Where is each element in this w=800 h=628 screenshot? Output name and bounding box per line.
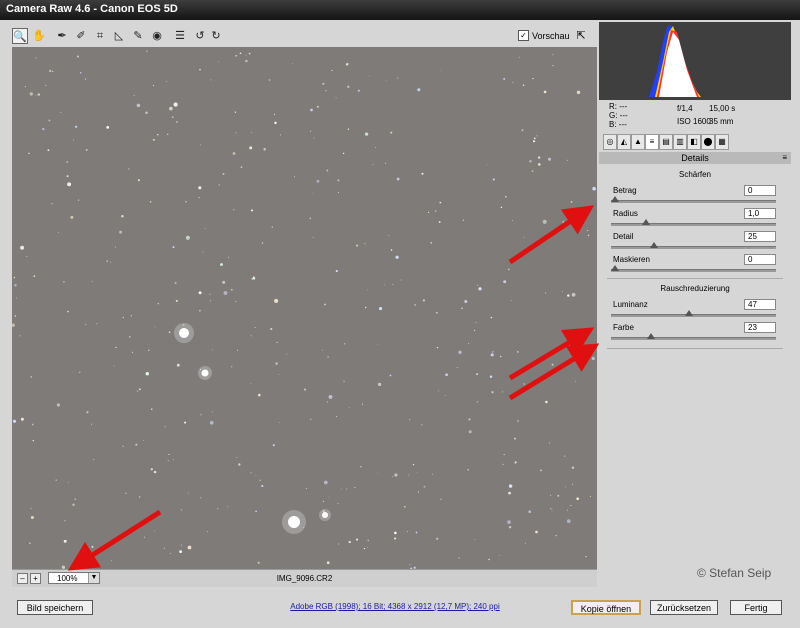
sharpen-label-1: Betrag — [613, 186, 637, 195]
crop-icon: ⌗ — [96, 30, 104, 42]
panel-tab-3[interactable]: ▲ — [631, 134, 645, 150]
rotate-right-tool-button[interactable]: ↻ — [208, 28, 224, 44]
sharpen-value-4[interactable]: 0 — [744, 254, 776, 265]
section-divider — [607, 278, 783, 279]
panel-tab-6[interactable]: ▥ — [673, 134, 687, 150]
sharpen-slider-thumb-1[interactable] — [611, 196, 619, 202]
panel-tab-5[interactable]: ▤ — [659, 134, 673, 150]
r-readout: R: --- — [609, 102, 628, 111]
window-title: Camera Raw 4.6 - Canon EOS 5D — [6, 3, 178, 15]
fullscreen-icon: ⇱ — [576, 30, 586, 42]
shutter-speed: 15,00 s — [709, 104, 736, 113]
sharpen-slider-thumb-2[interactable] — [642, 219, 651, 225]
preferences-icon: ☰ — [175, 30, 185, 42]
workflow-options-link[interactable]: Adobe RGB (1998); 16 Bit; 4368 x 2912 (1… — [230, 602, 560, 611]
preferences-tool-button[interactable]: ☰ — [172, 28, 188, 44]
details-header: Details ≡ — [599, 152, 791, 164]
noise-value-2[interactable]: 23 — [744, 322, 776, 333]
g-readout: G: --- — [609, 111, 628, 120]
retouch-icon: ✎ — [133, 30, 143, 42]
title-bar: Camera Raw 4.6 - Canon EOS 5D — [0, 0, 800, 20]
sharpen-value-3[interactable]: 25 — [744, 231, 776, 242]
red-eye-tool-button[interactable]: ◉ — [149, 28, 165, 44]
histogram-graph — [649, 25, 701, 97]
straighten-icon: ◺ — [114, 30, 124, 42]
panel-tab-4[interactable]: ≡ — [645, 134, 659, 150]
fullscreen-button[interactable]: ⇱ — [574, 29, 588, 43]
sharpen-value-2[interactable]: 1,0 — [744, 208, 776, 219]
noise-label-1: Luminanz — [613, 300, 648, 309]
noise-slider-2[interactable] — [611, 333, 776, 340]
panel-title: Details — [681, 153, 709, 163]
preview-label: Vorschau — [532, 30, 570, 41]
white-balance-tool-button[interactable]: ✒ — [54, 28, 70, 44]
panel-tab-8[interactable]: ⬤ — [701, 134, 715, 150]
sharpen-slider-thumb-4[interactable] — [611, 265, 619, 271]
zoom-tool-button[interactable]: 🔍 — [12, 28, 28, 44]
reset-button[interactable]: Zurücksetzen — [650, 600, 718, 615]
right-panel: R: --- G: --- B: --- f/1,4 15,00 s ISO 1… — [599, 22, 791, 587]
open-copy-button[interactable]: Kopie öffnen — [571, 600, 641, 615]
toolbar: 🔍 ✋ ✒ ✐ ⌗ ◺ ✎ ◉ ☰ ↺ ↻ — [12, 28, 597, 46]
bottom-bar: Bild speichern Adobe RGB (1998); 16 Bit;… — [0, 590, 800, 628]
noise-section-title: Rauschreduzierung — [660, 284, 730, 293]
sharpen-slider-thumb-3[interactable] — [650, 242, 659, 248]
crop-tool-button[interactable]: ⌗ — [92, 28, 108, 44]
zoom-icon: 🔍 — [13, 31, 27, 43]
save-image-button[interactable]: Bild speichern — [17, 600, 93, 615]
color-sampler-tool-button[interactable]: ✐ — [73, 28, 89, 44]
panel-tab-2[interactable]: ◭ — [617, 134, 631, 150]
noise-value-1[interactable]: 47 — [744, 299, 776, 310]
star-field-image — [12, 50, 596, 569]
panel-tab-9[interactable]: ▦ — [715, 134, 729, 150]
focal-length: 35 mm — [709, 117, 734, 126]
hand-tool-button[interactable]: ✋ — [31, 28, 47, 44]
histogram — [599, 22, 791, 100]
sharpen-slider-2[interactable] — [611, 219, 776, 226]
done-button[interactable]: Fertig — [730, 600, 782, 615]
iso: ISO 1600 — [677, 117, 711, 126]
panel-tabs: ◎ ◭ ▲ ≡ ▤ ▥ ◧ ⬤ ▦ — [599, 134, 791, 150]
sharpen-label-3: Detail — [613, 232, 634, 241]
rotate-left-icon: ↺ — [195, 30, 205, 42]
sharpen-slider-3[interactable] — [611, 242, 776, 249]
sharpen-label-4: Maskieren — [613, 255, 650, 264]
noise-slider-1[interactable] — [611, 310, 776, 317]
noise-slider-thumb-1[interactable] — [684, 310, 693, 316]
section-divider — [607, 348, 783, 349]
image-preview[interactable] — [12, 47, 597, 569]
sharpen-label-2: Radius — [613, 209, 638, 218]
panel-menu-icon[interactable]: ≡ — [782, 152, 787, 164]
panel-tab-7[interactable]: ◧ — [687, 134, 701, 150]
filename: IMG_9096.CR2 — [276, 574, 333, 583]
rotate-left-tool-button[interactable]: ↺ — [192, 28, 208, 44]
retouch-tool-button[interactable]: ✎ — [130, 28, 146, 44]
color-sampler-icon: ✐ — [76, 30, 86, 42]
aperture: f/1,4 — [677, 104, 693, 113]
preview-checkbox[interactable]: ✓ Vorschau — [518, 30, 570, 41]
sharpen-section-title: Schärfen — [678, 170, 712, 179]
sharpen-value-1[interactable]: 0 — [744, 185, 776, 196]
b-readout: B: --- — [609, 120, 627, 129]
hand-icon: ✋ — [32, 30, 46, 42]
noise-slider-thumb-2[interactable] — [647, 333, 656, 339]
sharpen-slider-1[interactable] — [611, 196, 776, 203]
noise-label-2: Farbe — [613, 323, 634, 332]
panel-tab-1[interactable]: ◎ — [603, 134, 617, 150]
sharpen-slider-4[interactable] — [611, 265, 776, 272]
white-balance-icon: ✒ — [57, 30, 67, 42]
watermark: © Stefan Seip — [697, 566, 772, 580]
preview-check-box[interactable]: ✓ — [518, 30, 529, 41]
rotate-right-icon: ↻ — [211, 30, 221, 42]
status-bar: – + 100% ▼ IMG_9096.CR2 — [12, 569, 597, 587]
red-eye-icon: ◉ — [152, 30, 162, 42]
straighten-tool-button[interactable]: ◺ — [111, 28, 127, 44]
